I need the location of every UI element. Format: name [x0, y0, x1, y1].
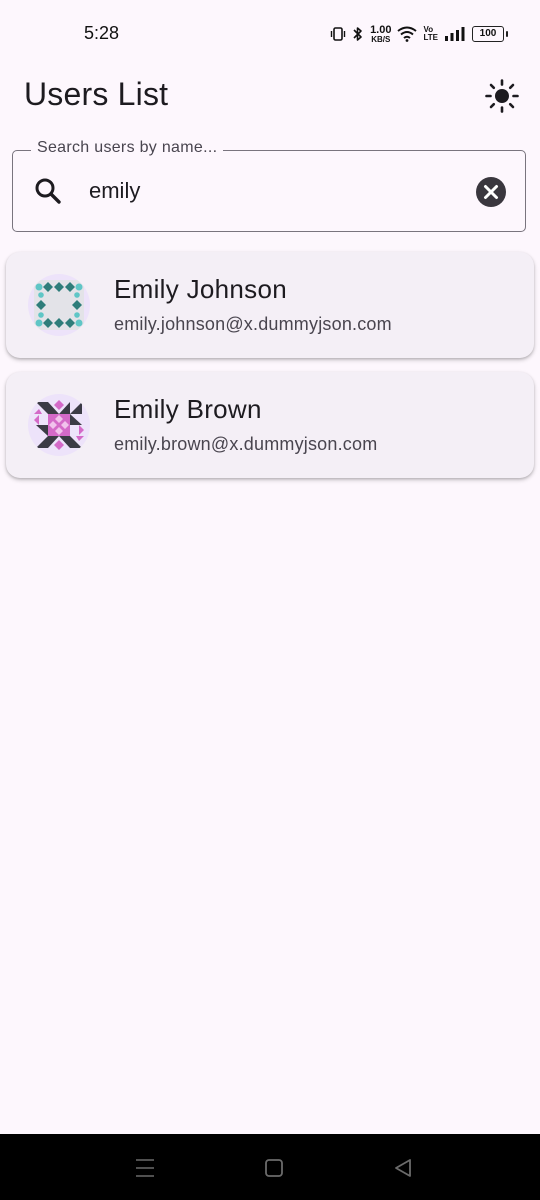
home-icon — [265, 1159, 283, 1177]
clear-search-button[interactable] — [475, 176, 507, 208]
theme-toggle-button[interactable] — [480, 74, 524, 118]
signal-icon — [445, 27, 465, 41]
bluetooth-icon — [353, 27, 362, 41]
net-speed-value: 1.00 — [370, 23, 392, 36]
volte-indicator: Vo LTE — [423, 26, 438, 42]
wifi-icon — [397, 26, 418, 42]
status-time: 5:28 — [84, 23, 120, 43]
user-email: emily.brown@x.dummyjson.com — [114, 434, 378, 454]
search-icon — [33, 176, 63, 206]
clear-icon — [476, 177, 506, 207]
search-field[interactable]: Search users by name... — [12, 139, 526, 232]
status-icons: 1.00 KB/S Vo LTE 100 — [330, 20, 508, 48]
menu-icon — [136, 1159, 154, 1177]
list-item[interactable]: Emily Brown emily.brown@x.dummyjson.com — [6, 372, 534, 478]
net-speed: 1.00 KB/S — [370, 23, 392, 44]
back-icon — [395, 1159, 411, 1177]
back-button[interactable] — [391, 1156, 415, 1180]
net-speed-unit: KB/S — [371, 34, 391, 44]
search-label: Search users by name... — [31, 139, 224, 157]
status-bar: 5:28 1.00 KB/S Vo LTE 100 — [0, 0, 540, 68]
user-name: Emily Johnson — [114, 274, 287, 304]
list-item[interactable]: Emily Johnson emily.johnson@x.dummyjson.… — [6, 252, 534, 358]
vibrate-icon — [330, 27, 346, 41]
menu-button[interactable] — [133, 1156, 157, 1180]
app-bar: Users List — [0, 68, 540, 124]
system-nav-bar — [0, 1134, 540, 1200]
page-title: Users List — [24, 76, 169, 112]
avatar — [28, 274, 90, 336]
battery-icon: 100 — [472, 26, 508, 42]
user-list: Emily Johnson emily.johnson@x.dummyjson.… — [6, 252, 534, 492]
avatar — [28, 394, 90, 456]
home-button[interactable] — [262, 1156, 286, 1180]
search-input[interactable] — [89, 173, 459, 209]
user-name: Emily Brown — [114, 394, 262, 424]
sun-icon — [485, 79, 519, 113]
user-email: emily.johnson@x.dummyjson.com — [114, 314, 392, 334]
volte-bottom: LTE — [423, 33, 438, 42]
